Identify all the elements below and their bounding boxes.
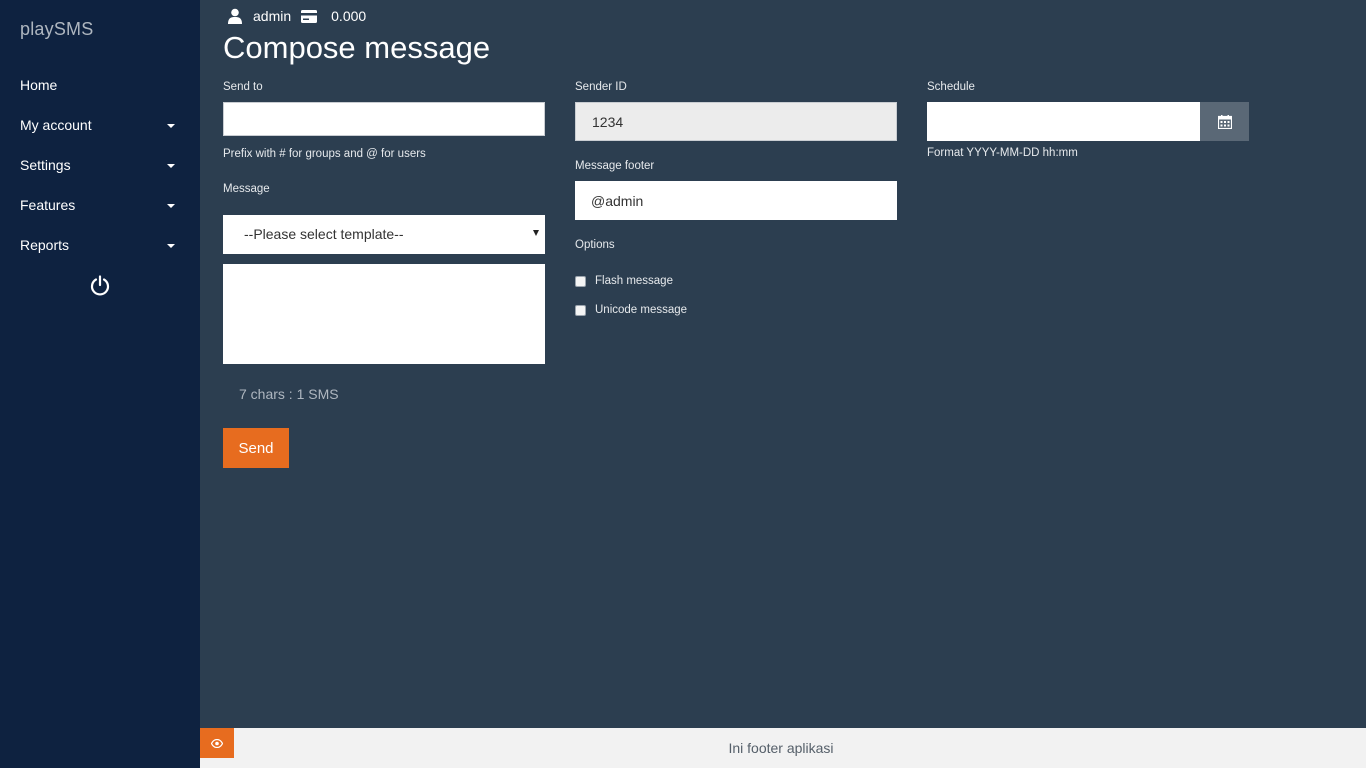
sidebar-nav: Home My account Settings Features Report… [0,65,200,265]
message-textarea[interactable] [223,264,545,364]
sender-id-label: Sender ID [575,81,627,93]
credit-balance: 0.000 [331,8,367,24]
calendar-button[interactable] [1200,102,1249,141]
send-to-label: Send to [223,81,263,93]
flash-message-label: Flash message [595,275,673,287]
sidebar-item-label: Features [20,197,76,213]
caret-down-icon [167,204,175,208]
flash-message-checkbox[interactable] [575,275,586,287]
caret-down-icon [167,244,175,248]
sidebar-item-label: Settings [20,157,71,173]
sidebar-item-label: Home [20,77,58,93]
message-counter: 7 chars : 1 SMS [239,386,339,402]
dropdown-arrow-icon [533,230,539,236]
sidebar-item-features[interactable]: Features [0,185,200,225]
sidebar-item-label: My account [20,117,92,133]
unicode-message-option[interactable]: Unicode message [575,304,687,316]
caret-down-icon [167,164,175,168]
message-footer-input[interactable] [575,181,897,220]
page-title: Compose message [223,30,491,65]
sender-id-input [575,102,897,141]
footer-text: Ini footer aplikasi [728,740,834,756]
unicode-message-label: Unicode message [595,304,688,316]
message-label: Message [223,183,270,195]
schedule-help: Format YYYY-MM-DD hh:mm [927,147,1078,159]
username-link[interactable]: admin [253,8,291,24]
unicode-message-checkbox[interactable] [575,304,586,316]
send-button[interactable]: Send [223,428,289,468]
sidebar-item-label: Reports [20,237,70,253]
sidebar-item-home[interactable]: Home [0,65,200,105]
caret-down-icon [167,124,175,128]
send-to-help: Prefix with # for groups and @ for users [223,148,426,160]
options-label: Options [575,239,615,251]
sidebar-item-settings[interactable]: Settings [0,145,200,185]
flash-message-option[interactable]: Flash message [575,275,673,287]
template-select-value: --Please select template-- [244,226,404,242]
sidebar-item-my-account[interactable]: My account [0,105,200,145]
message-footer-label: Message footer [575,160,655,172]
user-info-bar: admin 0.000 [228,6,366,26]
brand-logo[interactable]: playSMS [20,19,93,40]
sidebar-item-reports[interactable]: Reports [0,225,200,265]
schedule-input[interactable] [927,102,1200,141]
send-to-input[interactable] [223,102,545,136]
calendar-icon [1217,114,1232,129]
user-icon [228,8,242,24]
template-select[interactable]: --Please select template-- [223,215,545,254]
credit-card-icon [301,9,318,23]
sidebar: playSMS Home My account Settings Feature… [0,0,200,768]
schedule-label: Schedule [927,81,975,93]
power-icon[interactable] [89,275,111,297]
page-footer: Ini footer aplikasi [200,728,1366,768]
